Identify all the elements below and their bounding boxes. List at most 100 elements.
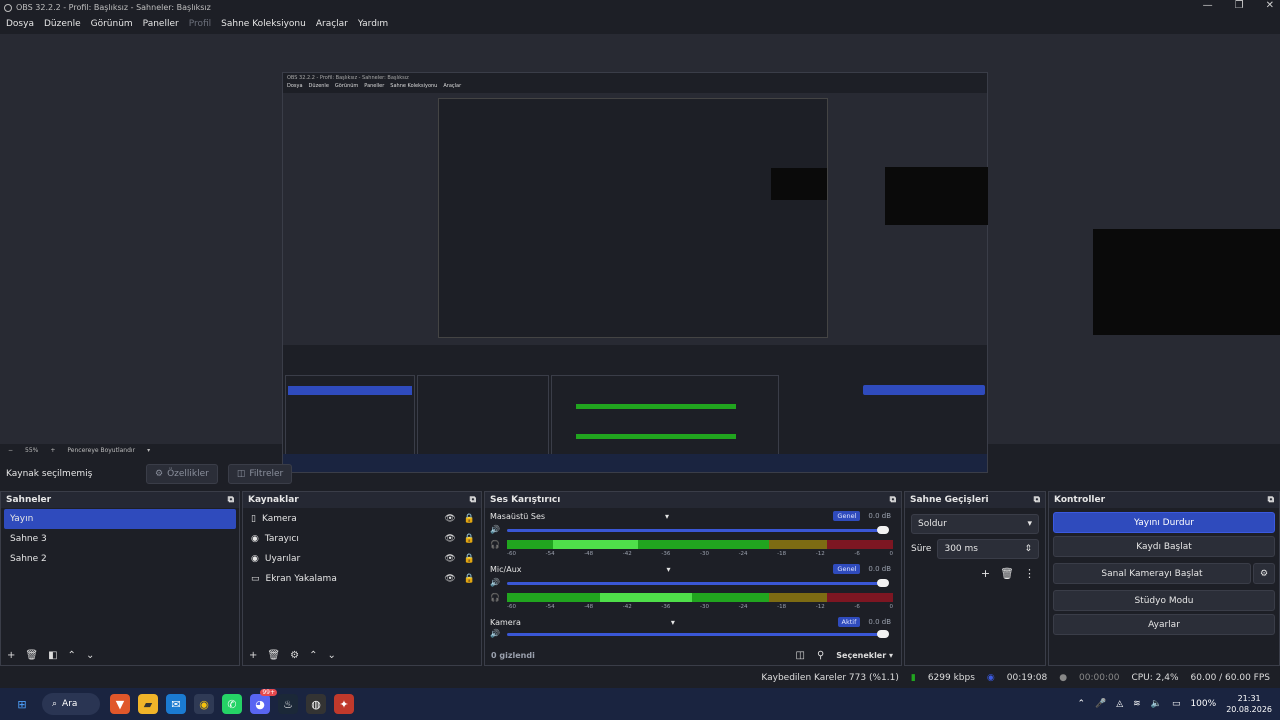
options-button[interactable]: Seçenekler ▾: [836, 651, 893, 660]
volume-slider[interactable]: [507, 630, 889, 638]
maximize-icon[interactable]: ❐: [1235, 0, 1244, 11]
chevron-down-icon[interactable]: ▾: [667, 565, 671, 574]
layout-icon[interactable]: ◫: [795, 650, 804, 661]
brave-browser-icon[interactable]: ▼: [110, 694, 130, 714]
channel-badge[interactable]: Aktif: [837, 617, 861, 627]
trash-icon[interactable]: 🗑: [267, 650, 280, 661]
taskbar-search[interactable]: ⌕ Ara: [42, 693, 100, 715]
stepper-icon[interactable]: ⇕: [1024, 544, 1032, 554]
menu-dosya[interactable]: Dosya: [6, 19, 34, 29]
filters-label: Filtreler: [249, 469, 284, 479]
close-icon[interactable]: ✕: [1266, 0, 1274, 11]
menu-paneller[interactable]: Paneller: [143, 19, 179, 29]
wifi-icon[interactable]: ≋: [1133, 699, 1141, 709]
chevron-down-icon[interactable]: ▾: [665, 512, 669, 521]
undock-icon[interactable]: ⧉: [228, 495, 234, 505]
start-virtual-camera-button[interactable]: Sanal Kamerayı Başlat: [1053, 563, 1251, 584]
discord-icon[interactable]: ◕ 99+: [250, 689, 277, 714]
scene-item-sahne-2[interactable]: Sahne 2: [4, 549, 236, 569]
gear-icon[interactable]: ⚙: [290, 650, 299, 661]
mail-icon[interactable]: ✉: [166, 694, 186, 714]
undock-icon[interactable]: ⧉: [1034, 495, 1040, 505]
eye-icon[interactable]: 👁: [444, 554, 455, 564]
preview-canvas[interactable]: OBS 32.2.2 - Profil: Başlıksız - Sahnele…: [0, 34, 1280, 473]
chevron-down-icon[interactable]: ▾: [671, 618, 675, 627]
windows-start-icon[interactable]: ⊞: [12, 694, 32, 714]
eye-icon[interactable]: 👁: [444, 514, 455, 524]
slider-knob[interactable]: [877, 630, 889, 638]
clock[interactable]: 21:31 20.08.2026: [1226, 693, 1272, 715]
link-icon[interactable]: ⚲: [817, 650, 824, 661]
eye-icon[interactable]: 👁: [444, 534, 455, 544]
trash-icon[interactable]: 🗑: [25, 650, 38, 661]
volume-slider[interactable]: [507, 579, 889, 587]
lock-icon[interactable]: 🔒: [464, 514, 475, 524]
minimize-icon[interactable]: —: [1203, 0, 1213, 11]
add-icon[interactable]: +: [981, 567, 990, 580]
menu-duzenle[interactable]: Düzenle: [44, 19, 81, 29]
lock-icon[interactable]: 🔒: [464, 554, 475, 564]
menu-yardim[interactable]: Yardım: [358, 19, 388, 29]
chevron-up-icon[interactable]: ⌃: [1077, 699, 1085, 709]
source-item-tarayici[interactable]: ◉ Tarayıcı 👁 🔒: [243, 529, 481, 549]
fit-to-window-dropdown[interactable]: Pencereye Boyutlandır: [67, 447, 135, 454]
undock-icon[interactable]: ⧉: [470, 495, 476, 505]
menu-sahne-koleksiyonu[interactable]: Sahne Koleksiyonu: [221, 19, 306, 29]
trash-icon[interactable]: 🗑: [1000, 567, 1014, 580]
speaker-icon[interactable]: 🔈: [1151, 699, 1162, 709]
lock-icon[interactable]: 🔒: [464, 574, 475, 584]
zoom-out-button[interactable]: −: [8, 447, 13, 454]
virtual-camera-settings-button[interactable]: ⚙: [1253, 563, 1275, 584]
chevron-up-icon[interactable]: ⌃: [68, 650, 76, 661]
menu-araclar[interactable]: Araçlar: [316, 19, 348, 29]
headphone-icon[interactable]: 🎧: [490, 593, 500, 602]
menu-gorunum[interactable]: Görünüm: [91, 19, 133, 29]
filters-button[interactable]: ◫ Filtreler: [227, 464, 293, 484]
zoom-in-button[interactable]: +: [50, 447, 55, 454]
add-icon[interactable]: +: [249, 650, 257, 661]
volume-icon[interactable]: 🔊: [490, 629, 500, 638]
chevron-down-icon[interactable]: ⌄: [86, 650, 94, 661]
channel-badge[interactable]: Genel: [833, 511, 861, 521]
stop-stream-button[interactable]: Yayını Durdur: [1053, 512, 1275, 533]
headphone-icon[interactable]: 🎧: [490, 540, 500, 549]
start-recording-button[interactable]: Kaydı Başlat: [1053, 536, 1275, 557]
obs-taskbar-icon[interactable]: ◍: [306, 694, 326, 714]
add-icon[interactable]: +: [7, 650, 15, 661]
undock-icon[interactable]: ⧉: [890, 495, 896, 505]
volume-slider[interactable]: [507, 526, 889, 534]
slider-knob[interactable]: [877, 526, 889, 534]
properties-button[interactable]: ⚙ Özellikler: [146, 464, 218, 484]
eye-icon[interactable]: 👁: [444, 574, 455, 584]
duration-spinbox[interactable]: 300 ms ⇕: [937, 539, 1039, 559]
transition-select[interactable]: Soldur ▾: [911, 514, 1039, 534]
filter-icon[interactable]: ◧: [48, 650, 57, 661]
whatsapp-icon[interactable]: ✆: [222, 694, 242, 714]
scene-item-yayin[interactable]: Yayın: [4, 509, 236, 529]
scene-item-sahne-3[interactable]: Sahne 3: [4, 529, 236, 549]
studio-mode-button[interactable]: Stüdyo Modu: [1053, 590, 1275, 611]
more-icon[interactable]: ⋮: [1024, 567, 1035, 580]
steam-icon[interactable]: ♨: [278, 694, 298, 714]
microphone-icon[interactable]: 🎤: [1095, 699, 1106, 709]
battery-icon[interactable]: ▭: [1172, 699, 1181, 709]
source-item-kamera[interactable]: ▯ Kamera 👁 🔒: [243, 509, 481, 529]
chevron-up-icon[interactable]: ⌃: [309, 650, 317, 661]
channel-badge[interactable]: Genel: [833, 564, 861, 574]
volume-icon[interactable]: 🔊: [490, 578, 500, 587]
app-red-icon[interactable]: ✦: [334, 694, 354, 714]
source-item-ekran-yakalama[interactable]: ▭ Ekran Yakalama 👁 🔒: [243, 569, 481, 589]
volume-icon[interactable]: 🔊: [490, 525, 500, 534]
file-explorer-icon[interactable]: ▰: [138, 694, 158, 714]
lock-icon[interactable]: 🔒: [464, 534, 475, 544]
source-item-uyarilar[interactable]: ◉ Uyarılar 👁 🔒: [243, 549, 481, 569]
system-tray: ⌃ 🎤 ◬ ≋ 🔈 ▭ 100% 21:31 20.08.2026: [1077, 688, 1272, 720]
chevron-down-icon[interactable]: ▾: [147, 447, 150, 454]
undock-icon[interactable]: ⧉: [1268, 495, 1274, 505]
slider-knob[interactable]: [877, 579, 889, 587]
chevron-down-icon[interactable]: ⌄: [327, 650, 335, 661]
chrome-icon[interactable]: ◉: [194, 694, 214, 714]
location-icon[interactable]: ◬: [1116, 699, 1123, 709]
settings-button[interactable]: Ayarlar: [1053, 614, 1275, 635]
tick: -30: [699, 604, 709, 610]
